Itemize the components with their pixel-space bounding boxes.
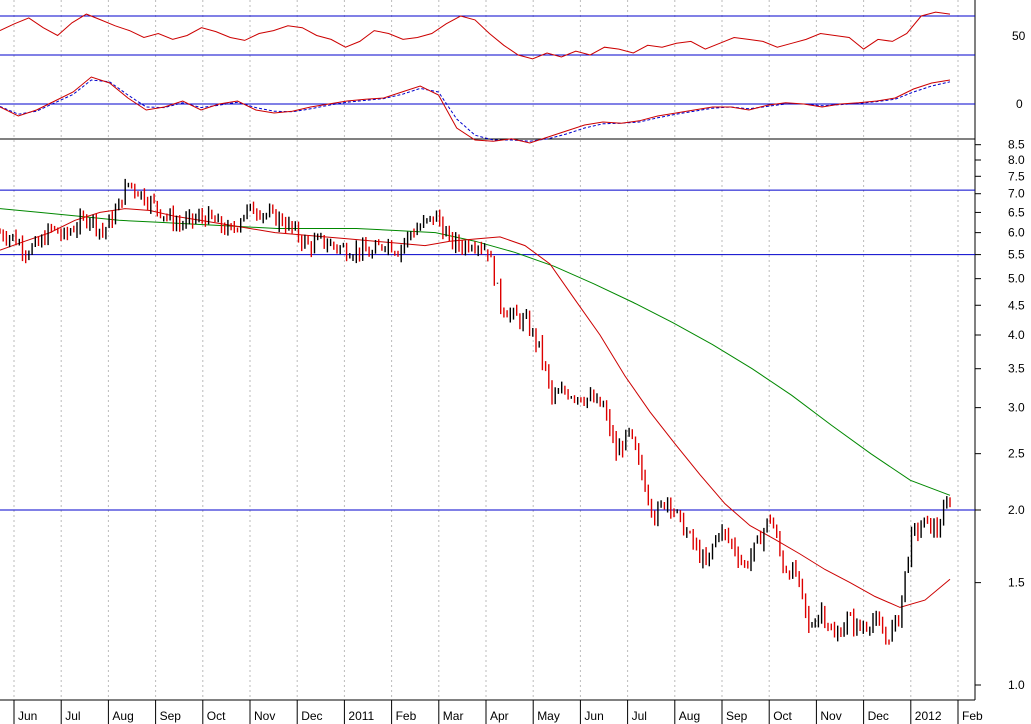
x-tick-label: Mar (443, 709, 464, 723)
price-tick-label: 6.5 (1008, 205, 1025, 219)
x-tick-label: Jun (18, 709, 37, 723)
price-tick-label: 1.0 (1008, 678, 1025, 692)
price-tick-label: 8.0 (1008, 153, 1025, 167)
x-tick-label: Jun (584, 709, 603, 723)
price-tick-label: 5.5 (1008, 248, 1025, 262)
price-tick-label: 7.0 (1008, 187, 1025, 201)
price-tick-label: 1.5 (1008, 576, 1025, 590)
x-tick-label: Aug (679, 709, 700, 723)
price-tick-label: 7.5 (1008, 169, 1025, 183)
x-tick-label: Sep (726, 709, 748, 723)
rsi-tick-label: 50 (1012, 29, 1026, 43)
x-tick-label: Jul (632, 709, 647, 723)
x-tick-label: Apr (490, 709, 509, 723)
x-tick-label: Dec (301, 709, 322, 723)
x-tick-label: Sep (160, 709, 182, 723)
x-tick-label: Nov (820, 709, 841, 723)
x-tick-label: Oct (207, 709, 226, 723)
price-tick-label: 8.5 (1008, 138, 1025, 152)
x-tick-label: May (537, 709, 560, 723)
x-tick-label: 2012 (915, 709, 942, 723)
price-tick-label: 3.0 (1008, 401, 1025, 415)
price-tick-label: 5.0 (1008, 272, 1025, 286)
x-tick-label: Nov (254, 709, 275, 723)
x-tick-label: Oct (773, 709, 792, 723)
x-tick-label: Dec (868, 709, 889, 723)
price-tick-label: 2.5 (1008, 447, 1025, 461)
x-tick-label: Aug (112, 709, 133, 723)
macd-tick-label: 0 (1016, 97, 1023, 111)
price-tick-label: 4.5 (1008, 298, 1025, 312)
price-tick-label: 3.5 (1008, 362, 1025, 376)
price-tick-label: 2.0 (1008, 503, 1025, 517)
price-tick-label: 4.0 (1008, 328, 1025, 342)
stock-chart: 50 0 8.58.0 7.5 7.0 6.5 6.0 5.5 5.0 4.5 4.0 3.5 3.… (0, 0, 1031, 724)
x-tick-label: Jul (65, 709, 80, 723)
x-tick-label: Feb (962, 709, 983, 723)
price-tick-label: 6.0 (1008, 226, 1025, 240)
x-tick-label: 2011 (348, 709, 374, 723)
x-tick-label: Feb (396, 709, 417, 723)
